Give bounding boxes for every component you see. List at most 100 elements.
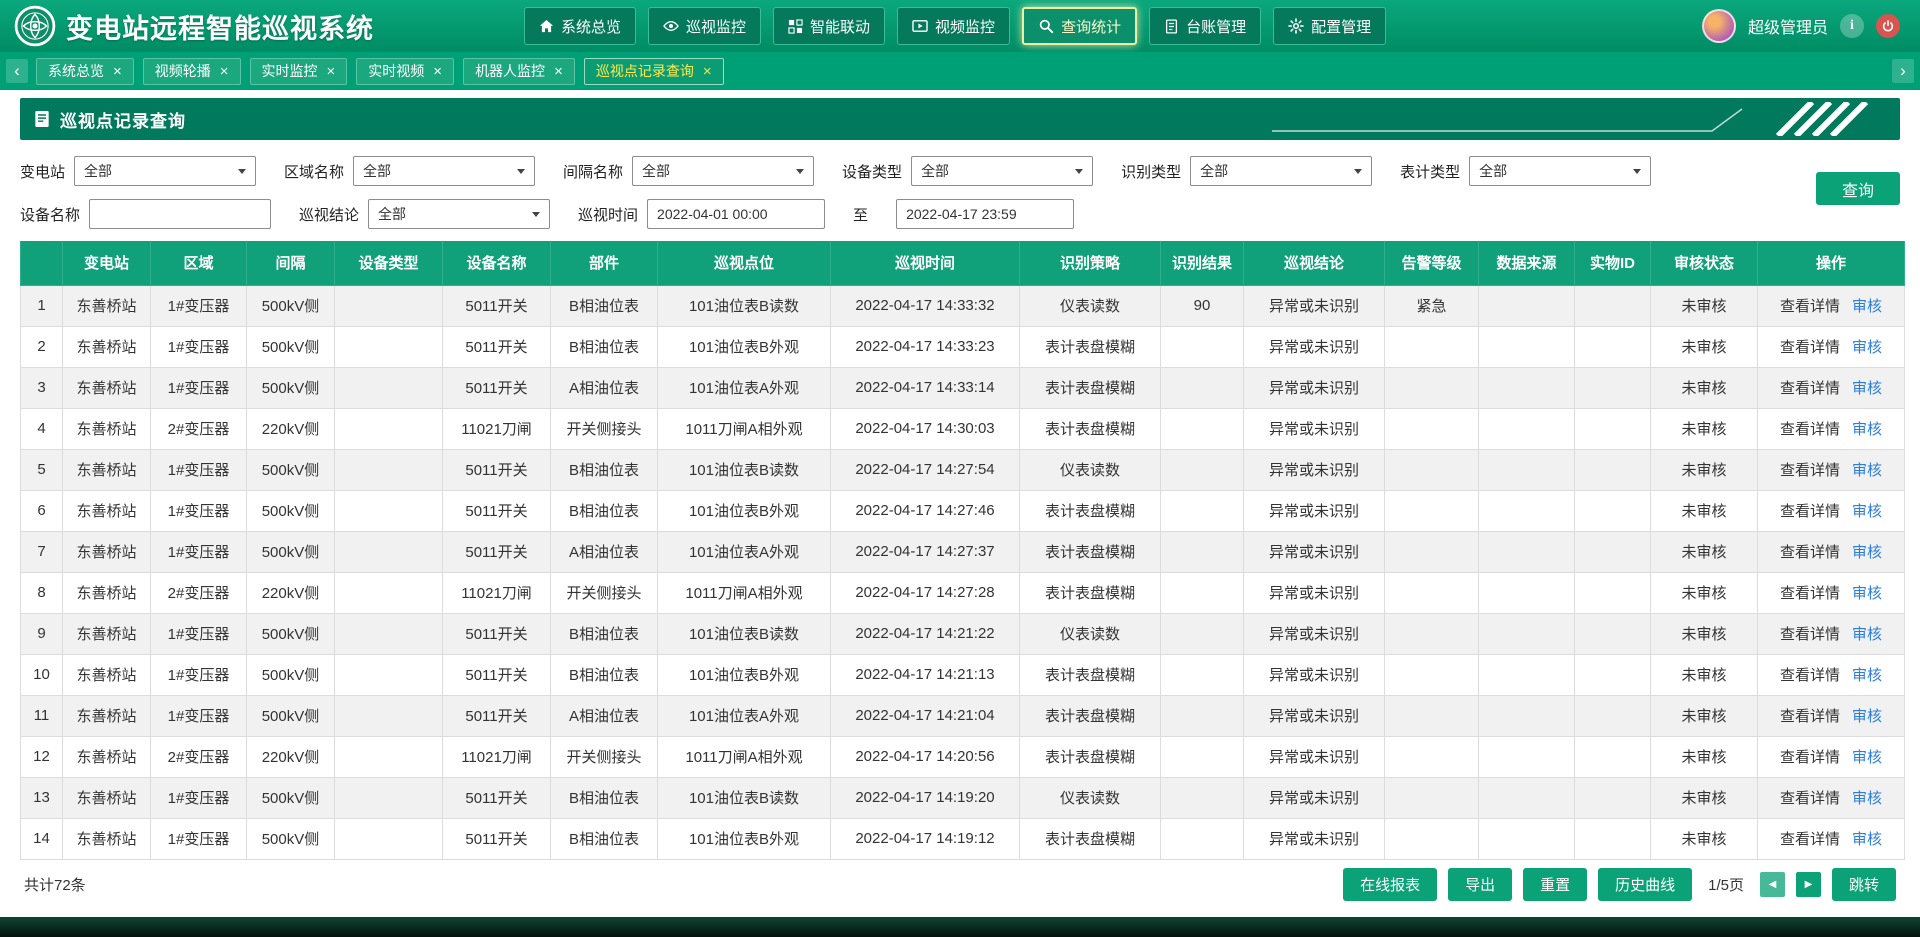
history-curve-button[interactable]: 历史曲线 xyxy=(1598,868,1692,901)
view-detail-link[interactable]: 查看详情 xyxy=(1780,462,1840,479)
export-button[interactable]: 导出 xyxy=(1448,868,1512,901)
audit-link[interactable]: 审核 xyxy=(1852,749,1882,766)
cell: 2022-04-17 14:19:12 xyxy=(831,818,1020,859)
tab-close-icon[interactable]: × xyxy=(554,64,563,79)
audit-link[interactable]: 审核 xyxy=(1852,380,1882,397)
tab-patrol-record-query[interactable]: 巡视点记录查询× xyxy=(584,58,724,85)
cell xyxy=(1385,490,1479,531)
view-detail-link[interactable]: 查看详情 xyxy=(1780,708,1840,725)
power-icon[interactable] xyxy=(1876,14,1900,38)
view-detail-link[interactable]: 查看详情 xyxy=(1780,503,1840,520)
cell: 101油位表B读数 xyxy=(658,777,831,818)
view-detail-link[interactable]: 查看详情 xyxy=(1780,790,1840,807)
filter-device-type-select[interactable]: 全部 xyxy=(911,156,1093,186)
tab-label: 视频轮播 xyxy=(155,61,211,81)
filter-label-area-name: 区域名称 xyxy=(284,161,344,182)
view-detail-link[interactable]: 查看详情 xyxy=(1780,544,1840,561)
cell: 异常或未识别 xyxy=(1244,654,1385,695)
app-logo-icon xyxy=(14,5,56,47)
nav-button-config[interactable]: 配置管理 xyxy=(1273,7,1386,45)
tab-overview[interactable]: 系统总览× xyxy=(36,58,134,85)
audit-link[interactable]: 审核 xyxy=(1852,585,1882,602)
nav-button-query-stats[interactable]: 查询统计 xyxy=(1022,7,1137,45)
audit-link[interactable]: 审核 xyxy=(1852,421,1882,438)
view-detail-link[interactable]: 查看详情 xyxy=(1780,298,1840,315)
query-button[interactable]: 查询 xyxy=(1816,172,1900,205)
view-detail-link[interactable]: 查看详情 xyxy=(1780,626,1840,643)
audit-link[interactable]: 审核 xyxy=(1852,708,1882,725)
jump-button[interactable]: 跳转 xyxy=(1832,868,1896,901)
table-body: 1东善桥站1#变压器500kV侧5011开关B相油位表101油位表B读数2022… xyxy=(21,285,1905,859)
column-header: 识别结果 xyxy=(1161,241,1244,285)
view-detail-link[interactable]: 查看详情 xyxy=(1780,380,1840,397)
audit-link[interactable]: 审核 xyxy=(1852,790,1882,807)
audit-link[interactable]: 审核 xyxy=(1852,298,1882,315)
nav-button-smart-linkage[interactable]: 智能联动 xyxy=(773,7,885,45)
view-detail-link[interactable]: 查看详情 xyxy=(1780,421,1840,438)
cell: 表计表盘模糊 xyxy=(1020,367,1161,408)
cell: 2022-04-17 14:27:28 xyxy=(831,572,1020,613)
online-report-button[interactable]: 在线报表 xyxy=(1343,868,1437,901)
tabs-scroll-right-icon[interactable]: › xyxy=(1892,59,1914,83)
next-page-icon[interactable]: ▶ xyxy=(1796,872,1821,897)
reset-button[interactable]: 重置 xyxy=(1523,868,1587,901)
audit-link[interactable]: 审核 xyxy=(1852,626,1882,643)
audit-link[interactable]: 审核 xyxy=(1852,503,1882,520)
view-detail-link[interactable]: 查看详情 xyxy=(1780,339,1840,356)
prev-page-icon[interactable]: ◀ xyxy=(1760,872,1785,897)
chevron-down-icon xyxy=(238,169,246,174)
filter-recognition-type-select[interactable]: 全部 xyxy=(1190,156,1372,186)
audit-link[interactable]: 审核 xyxy=(1852,831,1882,848)
filter-device-name-input[interactable] xyxy=(89,199,271,229)
chevron-down-icon xyxy=(1354,169,1362,174)
cell: B相油位表 xyxy=(551,777,658,818)
filter-area-name-select[interactable]: 全部 xyxy=(353,156,535,186)
cell xyxy=(1575,572,1651,613)
nav-button-ledger[interactable]: 台账管理 xyxy=(1149,7,1261,45)
audit-link[interactable]: 审核 xyxy=(1852,462,1882,479)
nav-button-patrol-monitor[interactable]: 巡视监控 xyxy=(648,7,761,45)
cell: 开关侧接头 xyxy=(551,408,658,449)
user-avatar[interactable] xyxy=(1702,9,1736,43)
cell: 东善桥站 xyxy=(63,777,151,818)
operations-cell: 查看详情审核 xyxy=(1758,449,1905,490)
cell: 未审核 xyxy=(1651,654,1758,695)
cell: 1#变压器 xyxy=(151,818,247,859)
cell xyxy=(335,572,443,613)
tab-robot-monitor[interactable]: 机器人监控× xyxy=(463,58,575,85)
tab-realtime-monitor[interactable]: 实时监控× xyxy=(250,58,348,85)
cell: B相油位表 xyxy=(551,285,658,326)
filter-meter-type-select[interactable]: 全部 xyxy=(1469,156,1651,186)
view-detail-link[interactable]: 查看详情 xyxy=(1780,585,1840,602)
filter-station-select[interactable]: 全部 xyxy=(74,156,256,186)
audit-link[interactable]: 审核 xyxy=(1852,544,1882,561)
cell: 异常或未识别 xyxy=(1244,613,1385,654)
filter-conclusion: 巡视结论全部 xyxy=(299,199,550,229)
tab-close-icon[interactable]: × xyxy=(220,64,229,79)
tabs-scroll-left-icon[interactable]: ‹ xyxy=(6,59,28,83)
nav-button-video-monitor[interactable]: 视频监控 xyxy=(897,7,1010,45)
audit-link[interactable]: 审核 xyxy=(1852,339,1882,356)
tab-realtime-video[interactable]: 实时视频× xyxy=(356,58,454,85)
tab-close-icon[interactable]: × xyxy=(703,64,712,79)
filter-time-start-input[interactable] xyxy=(647,199,825,229)
footer-buttons: 在线报表导出重置历史曲线 xyxy=(1343,868,1692,901)
tab-close-icon[interactable]: × xyxy=(433,64,442,79)
view-detail-link[interactable]: 查看详情 xyxy=(1780,749,1840,766)
tab-close-icon[interactable]: × xyxy=(327,64,336,79)
info-icon[interactable]: i xyxy=(1840,14,1864,38)
filter-time-end-input[interactable] xyxy=(896,199,1074,229)
tab-close-icon[interactable]: × xyxy=(113,64,122,79)
view-detail-link[interactable]: 查看详情 xyxy=(1780,667,1840,684)
cell: 11021刀闸 xyxy=(443,408,551,449)
cell xyxy=(1161,777,1244,818)
filter-bay-name-select[interactable]: 全部 xyxy=(632,156,814,186)
view-detail-link[interactable]: 查看详情 xyxy=(1780,831,1840,848)
filter-conclusion-select[interactable]: 全部 xyxy=(368,199,550,229)
table-row: 3东善桥站1#变压器500kV侧5011开关A相油位表101油位表A外观2022… xyxy=(21,367,1905,408)
tab-video-carousel[interactable]: 视频轮播 × xyxy=(143,58,241,85)
audit-link[interactable]: 审核 xyxy=(1852,667,1882,684)
cell: 500kV侧 xyxy=(247,695,335,736)
cell: 101油位表B读数 xyxy=(658,613,831,654)
nav-button-overview[interactable]: 系统总览 xyxy=(524,7,636,45)
